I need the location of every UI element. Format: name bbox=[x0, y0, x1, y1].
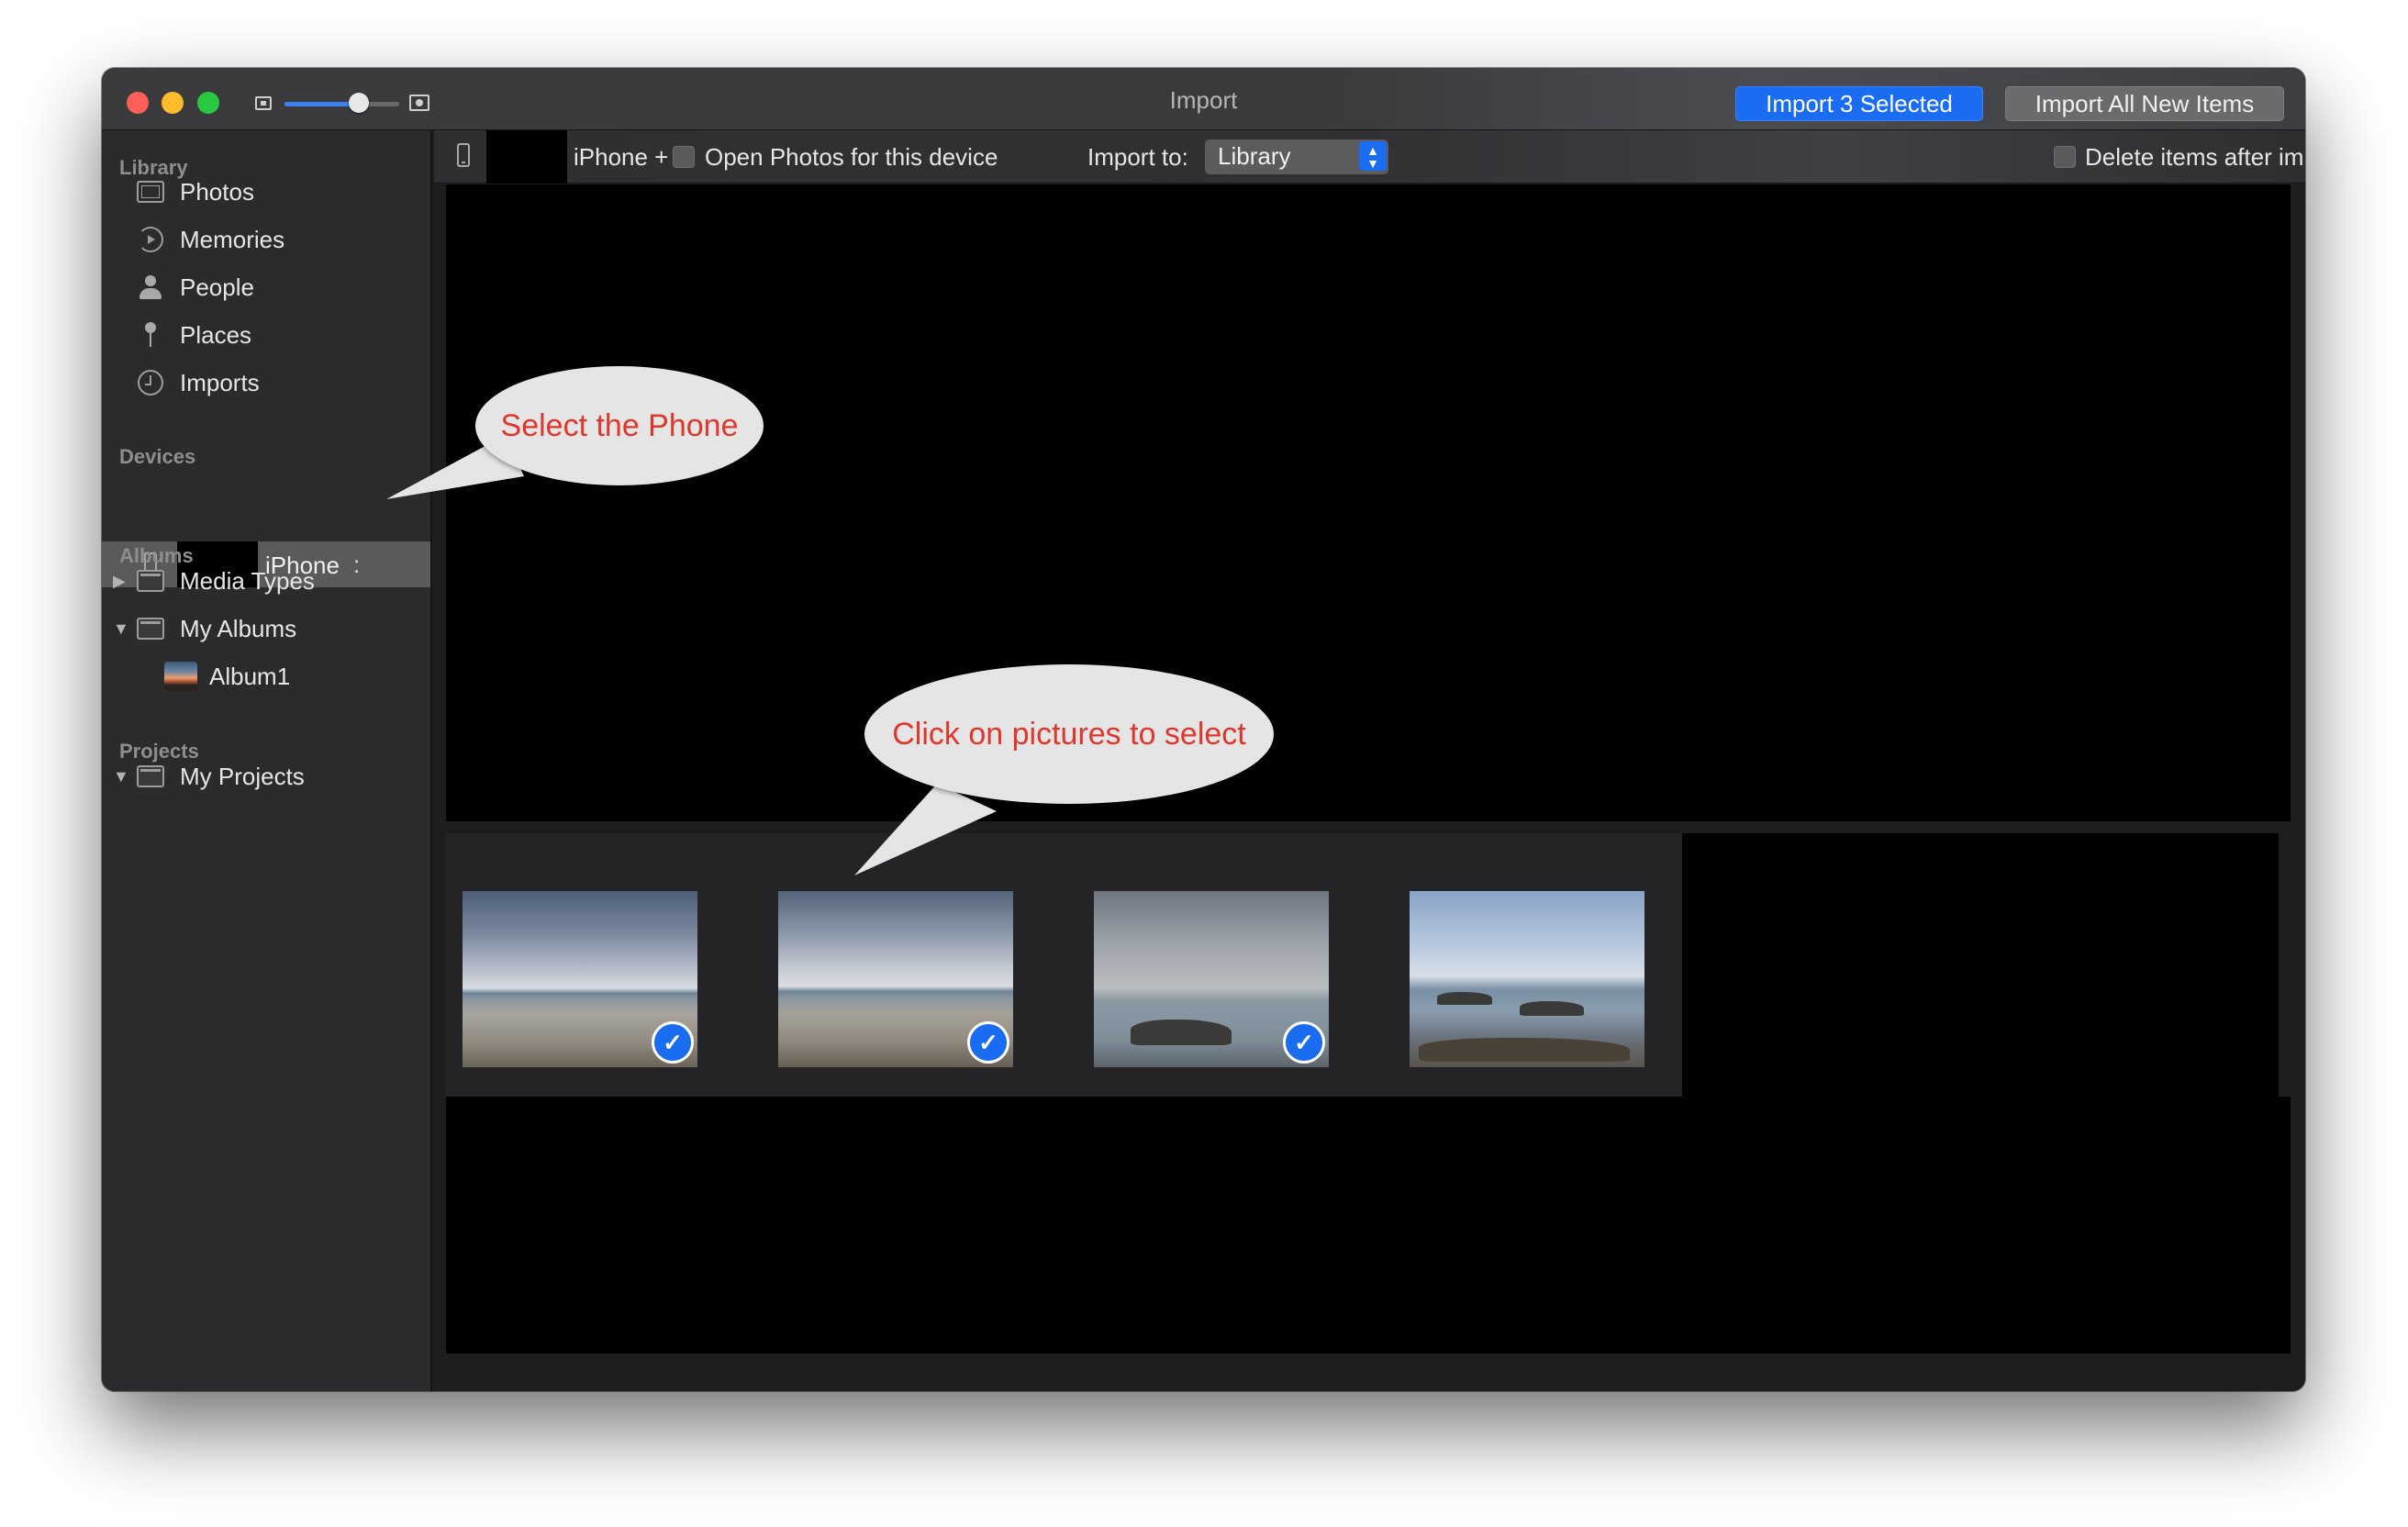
sidebar: Library Photos Memories People Places Im… bbox=[102, 130, 432, 1391]
disclosure-right-icon[interactable]: ▶ bbox=[113, 572, 126, 591]
sidebar-item-album1[interactable]: Album1 bbox=[102, 656, 430, 697]
device-name-redacted bbox=[486, 130, 567, 184]
import-toolbar: iPhone + Open Photos for this device Imp… bbox=[434, 130, 2305, 184]
sidebar-item-media-types[interactable]: ▶ Media Types bbox=[102, 561, 430, 601]
rock-shape bbox=[1520, 1001, 1584, 1016]
memories-icon bbox=[137, 226, 164, 253]
empty-area bbox=[446, 1097, 2291, 1354]
sidebar-item-my-albums[interactable]: ▼ My Albums bbox=[102, 608, 430, 649]
sidebar-item-label: Imports bbox=[180, 368, 260, 396]
sidebar-item-photos[interactable]: Photos bbox=[102, 172, 430, 212]
sidebar-item-label: Places bbox=[180, 320, 252, 349]
photo-thumbnail[interactable] bbox=[1410, 891, 1644, 1067]
sidebar-item-my-projects[interactable]: ▼ My Projects bbox=[102, 756, 430, 797]
rock-shape bbox=[1437, 992, 1492, 1005]
folder-icon bbox=[137, 615, 164, 642]
import-content bbox=[434, 184, 2305, 1391]
sidebar-item-label: Photos bbox=[180, 177, 254, 206]
folder-icon bbox=[137, 763, 164, 790]
callout-select-phone: Select the Phone bbox=[475, 366, 764, 485]
import-all-button[interactable]: Import All New Items bbox=[2005, 86, 2284, 121]
import-to-value: Library bbox=[1218, 142, 1291, 170]
sidebar-section-devices: Devices bbox=[119, 445, 196, 468]
sidebar-item-memories[interactable]: Memories bbox=[102, 219, 430, 260]
toolbar-device-label[interactable]: iPhone + bbox=[574, 143, 668, 172]
album-thumbnail-icon bbox=[164, 662, 197, 691]
sidebar-item-people[interactable]: People bbox=[102, 267, 430, 307]
sidebar-item-label: People bbox=[180, 273, 254, 301]
photo-thumbnail[interactable]: ✓ bbox=[463, 891, 697, 1067]
photo-thumbnail[interactable]: ✓ bbox=[778, 891, 1013, 1067]
select-arrows-icon: ▲ ▼ bbox=[1359, 141, 1387, 171]
open-photos-label[interactable]: Open Photos for this device bbox=[705, 143, 998, 172]
checkmark-icon: ✓ bbox=[967, 1021, 1009, 1064]
phone-icon bbox=[457, 143, 470, 167]
sidebar-item-label: Media Types bbox=[180, 566, 315, 595]
rock-shape bbox=[1131, 1020, 1232, 1045]
places-icon bbox=[137, 321, 164, 349]
delete-after-import-checkbox[interactable] bbox=[2054, 146, 2076, 168]
checkmark-icon: ✓ bbox=[1283, 1021, 1325, 1064]
photo-thumbnail[interactable]: ✓ bbox=[1094, 891, 1329, 1067]
empty-area bbox=[446, 184, 2291, 821]
disclosure-down-icon[interactable]: ▼ bbox=[113, 767, 129, 786]
photos-icon bbox=[137, 178, 164, 206]
open-photos-checkbox[interactable] bbox=[673, 146, 695, 168]
sidebar-item-label: Memories bbox=[180, 225, 285, 253]
import-window: Import Import 3 Selected Import All New … bbox=[102, 68, 2305, 1391]
disclosure-down-icon[interactable]: ▼ bbox=[113, 619, 129, 639]
import-to-select[interactable]: Library ▲ ▼ bbox=[1205, 139, 1388, 174]
checkmark-icon: ✓ bbox=[652, 1021, 694, 1064]
sidebar-item-label: My Projects bbox=[180, 762, 305, 790]
import-selected-button[interactable]: Import 3 Selected bbox=[1735, 86, 1983, 121]
import-to-label: Import to: bbox=[1087, 143, 1188, 171]
sidebar-item-places[interactable]: Places bbox=[102, 315, 430, 355]
title-bar: Import Import 3 Selected Import All New … bbox=[102, 68, 2305, 130]
folder-icon bbox=[137, 567, 164, 595]
delete-after-import-label[interactable]: Delete items after import bbox=[2085, 143, 2305, 172]
rock-shape bbox=[1419, 1038, 1630, 1062]
sidebar-item-label: Album1 bbox=[209, 662, 291, 690]
empty-area bbox=[1682, 833, 2279, 1097]
people-icon bbox=[137, 273, 164, 301]
callout-click-pictures: Click on pictures to select bbox=[864, 664, 1274, 804]
sidebar-item-imports[interactable]: Imports bbox=[102, 362, 430, 403]
sidebar-item-label: My Albums bbox=[180, 614, 297, 642]
imports-icon bbox=[137, 369, 164, 396]
